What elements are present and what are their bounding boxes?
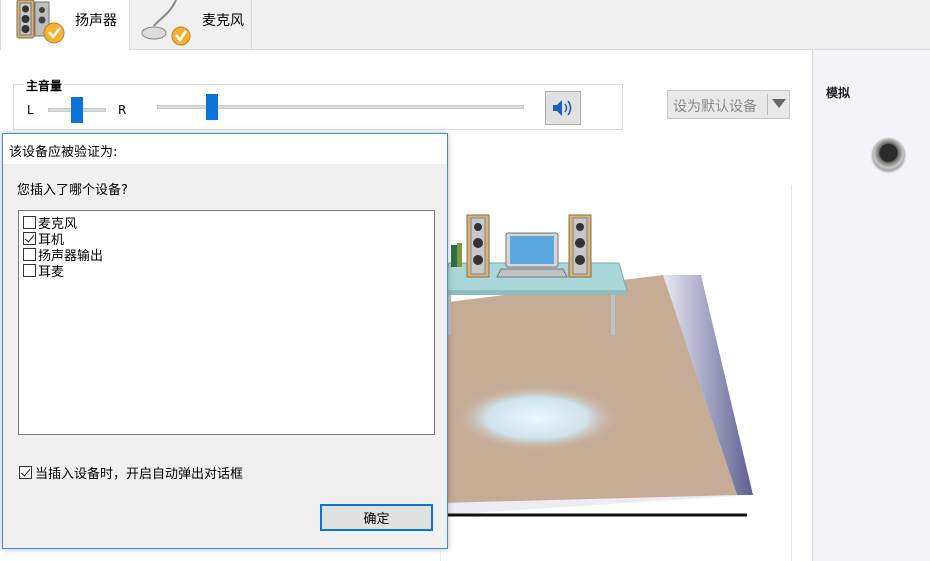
set-default-device-label: 设为默认设备	[673, 99, 757, 115]
device-question: 您插入了哪个设备?	[17, 183, 128, 198]
chevron-down-icon[interactable]	[772, 99, 786, 108]
speaker-out-checkbox[interactable]	[23, 247, 36, 261]
microphone-icon	[141, 0, 191, 46]
mute-button[interactable]	[545, 91, 581, 125]
analog-label: 模拟	[826, 86, 851, 100]
option-headset-label: 耳麦	[38, 264, 65, 280]
speaker-room-illustration	[440, 185, 792, 561]
option-headset[interactable]: 耳麦	[23, 262, 65, 280]
headset-checkbox[interactable]	[23, 263, 36, 277]
tab-strip: 扬声器 麦克风	[0, 0, 930, 51]
set-default-device-button[interactable]: 设为默认设备	[667, 90, 790, 119]
dialog-title-bar: 该设备应被验证为:	[3, 134, 447, 164]
device-type-list: 麦克风 耳机 扬声器输出 耳麦	[18, 210, 435, 435]
auto-popup-checkbox[interactable]	[19, 466, 32, 479]
microphone-checkbox[interactable]	[23, 215, 36, 229]
tab-speakers-label: 扬声器	[75, 13, 117, 29]
balance-slider-thumb[interactable]	[71, 97, 83, 123]
speaker-volume-icon	[553, 100, 572, 116]
tab-microphone-label: 麦克风	[202, 13, 244, 29]
tab-speakers[interactable]: 扬声器	[0, 0, 130, 51]
dropdown-divider	[767, 94, 768, 115]
device-verification-dialog: 该设备应被验证为: 您插入了哪个设备? 麦克风 耳机 扬声器输出 耳麦 当插入设…	[2, 133, 448, 549]
auto-popup-option[interactable]: 当插入设备时，开启自动弹出对话框	[19, 463, 243, 482]
volume-slider-thumb[interactable]	[206, 94, 219, 120]
auto-popup-label: 当插入设备时，开启自动弹出对话框	[35, 467, 244, 482]
headphones-checkbox[interactable]	[23, 231, 36, 245]
ok-button[interactable]: 确定	[320, 504, 433, 531]
dialog-title: 该设备应被验证为:	[9, 145, 118, 160]
balance-right-label: R	[118, 103, 127, 117]
tab-microphone[interactable]: 麦克风	[130, 0, 252, 50]
master-volume-title: 主音量	[24, 77, 65, 94]
audio-jack-icon[interactable]	[872, 138, 905, 171]
connector-side-panel	[812, 50, 930, 561]
balance-left-label: L	[27, 103, 34, 117]
room-scene-icon	[440, 214, 753, 517]
speaker-icon	[16, 0, 65, 44]
